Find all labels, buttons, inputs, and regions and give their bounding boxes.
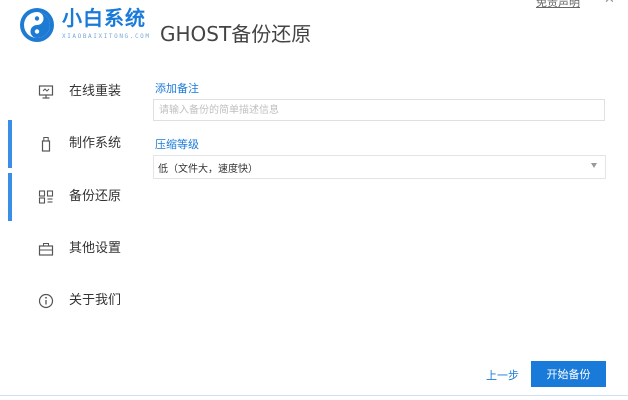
brand-domain: XIAOBAIXITONG.COM xyxy=(62,33,151,40)
sidebar-item-label: 备份还原 xyxy=(69,189,122,204)
note-input[interactable] xyxy=(153,99,605,121)
active-indicator xyxy=(8,173,12,221)
active-indicator xyxy=(8,120,12,168)
disclaimer-link[interactable]: 免责声明 xyxy=(536,0,580,10)
compress-level-select[interactable]: 低（文件大，速度快） xyxy=(153,155,606,179)
note-label: 添加备注 xyxy=(155,82,199,95)
monitor-icon xyxy=(38,85,54,99)
sidebar-item-label: 关于我们 xyxy=(69,293,122,308)
sidebar-item-backup-restore[interactable]: 备份还原 xyxy=(0,173,140,223)
backup-restore-icon xyxy=(38,190,54,204)
xiaobai-logo-icon xyxy=(20,8,54,42)
sidebar-item-label: 其他设置 xyxy=(69,241,122,256)
previous-step-button[interactable]: 上一步 xyxy=(486,367,519,383)
chevron-down-icon xyxy=(591,163,597,168)
info-icon xyxy=(38,293,54,309)
minimize-button[interactable]: — xyxy=(582,0,595,6)
brand-name: 小白系统 xyxy=(62,6,146,30)
compress-level-value: 低（文件大，速度快） xyxy=(158,164,258,175)
sidebar-item-other-settings[interactable]: 其他设置 xyxy=(0,225,140,275)
start-backup-button[interactable]: 开始备份 xyxy=(531,361,606,387)
compress-level-label: 压缩等级 xyxy=(155,138,199,151)
sidebar-item-label: 制作系统 xyxy=(69,136,122,151)
sidebar-item-online-reinstall[interactable]: 在线重装 xyxy=(0,68,140,118)
bottom-divider xyxy=(0,395,628,396)
sidebar-item-make-system[interactable]: 制作系统 xyxy=(0,120,140,170)
page-title: GHOST备份还原 xyxy=(160,22,312,46)
toolbox-icon xyxy=(38,243,54,256)
usb-drive-icon xyxy=(41,137,51,152)
sidebar-item-about-us[interactable]: 关于我们 xyxy=(0,277,140,327)
sidebar-item-label: 在线重装 xyxy=(69,84,122,99)
close-button[interactable]: ✕ xyxy=(604,0,615,7)
